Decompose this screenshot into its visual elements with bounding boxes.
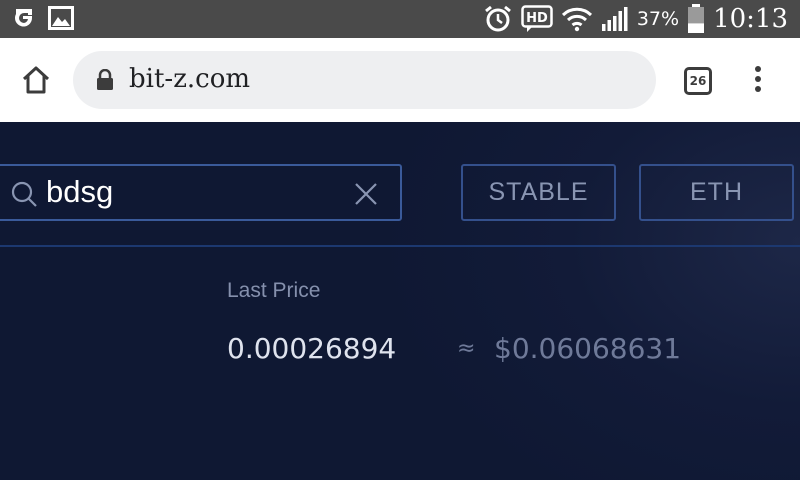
address-bar[interactable]: bit-z.com [73, 51, 656, 109]
last-price-label: Last Price [227, 279, 321, 302]
home-icon[interactable] [20, 64, 52, 96]
filter-stable-button[interactable]: STABLE [461, 164, 616, 221]
page-content: bdsg STABLE ETH Last Price 0.00026894 ≈ … [0, 122, 800, 480]
signal-icon [601, 7, 628, 31]
browser-toolbar: bit-z.com 26 [0, 38, 800, 122]
url-text[interactable]: bit-z.com [129, 64, 250, 94]
search-icon [11, 181, 37, 207]
overflow-menu-icon[interactable] [752, 66, 764, 96]
lock-icon [97, 69, 113, 90]
battery-icon [688, 4, 705, 33]
clock: 10:13 [713, 4, 788, 34]
approx-symbol: ≈ [457, 336, 476, 361]
battery-percent: 37% [636, 8, 680, 30]
svg-text:HD: HD [526, 11, 548, 26]
filter-eth-button[interactable]: ETH [639, 164, 794, 221]
wifi-icon [561, 7, 592, 32]
usd-price-value: $0.06068631 [494, 332, 682, 365]
divider [0, 245, 800, 247]
close-icon[interactable] [354, 182, 378, 206]
image-notification-icon [48, 6, 74, 30]
status-bar: HD 37% 10:13 [0, 0, 800, 38]
last-price-value: 0.00026894 [227, 332, 397, 365]
hd-voice-icon: HD [521, 5, 553, 32]
search-input[interactable]: bdsg [0, 164, 402, 221]
g-notification-icon [15, 9, 33, 27]
search-value[interactable]: bdsg [46, 174, 113, 210]
tab-switcher-button[interactable]: 26 [684, 67, 712, 95]
alarm-icon [484, 5, 511, 32]
